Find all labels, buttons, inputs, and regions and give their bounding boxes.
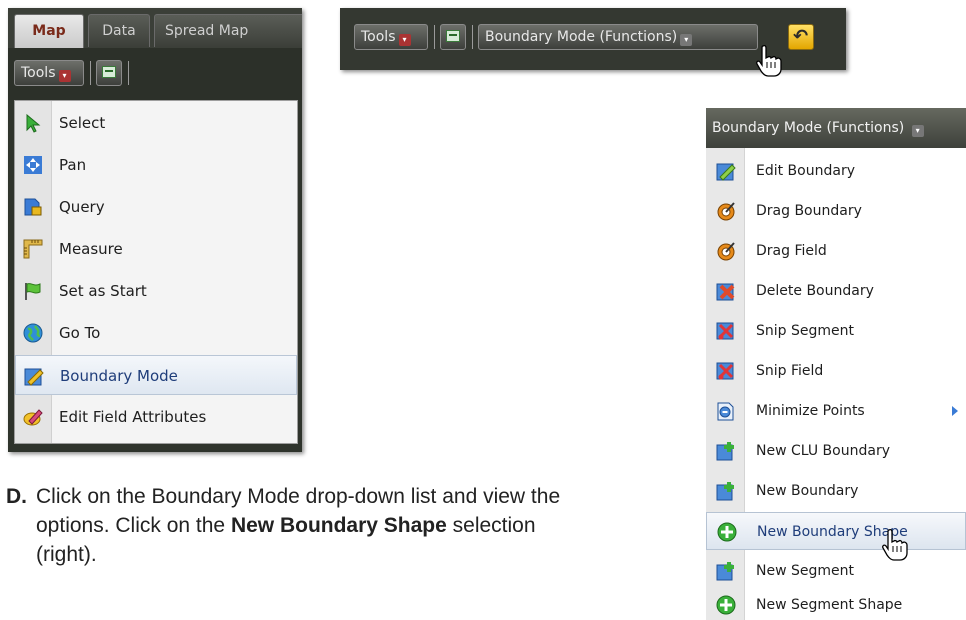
menu-item-minimize-points[interactable]: Minimize Points <box>706 392 966 430</box>
menu-item-label: New CLU Boundary <box>756 443 890 459</box>
new-segment-shape-icon <box>716 595 736 615</box>
new-boundary-shape-icon <box>717 522 737 542</box>
hand-cursor-icon <box>882 528 908 561</box>
menu-item-label: Measure <box>59 240 123 258</box>
toolbar-divider <box>472 25 473 49</box>
menu-item-drag-boundary[interactable]: Drag Boundary <box>706 192 966 230</box>
tab-bar: Map Data Spread Map <box>8 8 302 49</box>
submenu-arrow-icon <box>952 406 958 416</box>
menu-item-label: Drag Boundary <box>756 203 862 219</box>
new-clu-boundary-icon <box>716 442 734 461</box>
instruction-text: Click on the Boundary Mode drop-down lis… <box>36 482 596 569</box>
menu-item-label: New Segment <box>756 563 854 579</box>
menu-item-delete-boundary[interactable]: Delete Boundary <box>706 272 966 310</box>
tools-menu: Select Pan Query Measure Set as Start Go… <box>14 100 298 444</box>
menu-item-label: Drag Field <box>756 243 827 259</box>
pan-icon <box>24 156 42 174</box>
tools-dropdown-top[interactable]: Tools ▾ <box>354 24 428 50</box>
boundary-mode-icon <box>24 368 44 386</box>
left-toolbar: Tools ▾ <box>8 48 302 100</box>
instruction-bold-text: New Boundary Shape <box>230 514 447 537</box>
menu-item-go-to[interactable]: Go To <box>15 313 297 353</box>
tools-label: Tools <box>21 65 56 81</box>
menu-item-label: Set as Start <box>59 282 147 300</box>
menu-item-query[interactable]: Query <box>15 187 297 227</box>
print-button[interactable] <box>96 60 122 86</box>
select-arrow-icon <box>26 113 41 133</box>
menu-item-measure[interactable]: Measure <box>15 229 297 269</box>
boundary-mode-menu-panel: Boundary Mode (Functions) ▾ Edit Boundar… <box>706 108 966 620</box>
menu-item-label: Select <box>59 114 106 132</box>
menu-item-new-boundary[interactable]: New Boundary <box>706 472 966 510</box>
menu-item-label: New Segment Shape <box>756 597 903 613</box>
delete-boundary-icon <box>716 283 735 301</box>
step-letter: D. <box>6 485 27 508</box>
menu-item-label: Edit Field Attributes <box>59 408 207 426</box>
snip-field-icon <box>716 362 734 380</box>
menu-item-select[interactable]: Select <box>15 103 297 143</box>
menu-item-label: New Boundary <box>756 483 859 499</box>
drag-field-icon <box>717 242 735 261</box>
menu-item-snip-field[interactable]: Snip Field <box>706 352 966 390</box>
query-icon <box>24 198 42 216</box>
menu-item-label: Delete Boundary <box>756 283 874 299</box>
menu-item-new-segment-shape[interactable]: New Segment Shape <box>706 590 966 620</box>
boundary-mode-dropdown[interactable]: Boundary Mode (Functions) ▾ <box>478 24 758 50</box>
undo-button[interactable]: ↶ <box>788 24 814 50</box>
menu-item-new-segment[interactable]: New Segment <box>706 552 966 590</box>
menu-item-drag-field[interactable]: Drag Field <box>706 232 966 270</box>
menu-item-set-as-start[interactable]: Set as Start <box>15 271 297 311</box>
boundary-toolbar-panel: Tools ▾ Boundary Mode (Functions) ▾ ↶ <box>340 8 846 77</box>
chevron-down-icon: ▾ <box>911 125 924 137</box>
measure-icon <box>23 239 43 259</box>
menu-item-new-boundary-shape[interactable]: New Boundary Shape <box>706 512 966 550</box>
menu-item-label: Snip Segment <box>756 323 854 339</box>
toolbar-divider <box>434 25 435 49</box>
toolbar-divider <box>128 61 129 85</box>
new-segment-icon <box>716 562 734 581</box>
tools-label: Tools <box>361 29 396 45</box>
menu-item-edit-boundary[interactable]: Edit Boundary <box>706 152 966 190</box>
menu-item-boundary-mode[interactable]: Boundary Mode <box>15 355 297 395</box>
flag-icon <box>25 283 41 300</box>
chevron-down-icon: ▾ <box>58 70 71 82</box>
undo-icon: ↶ <box>793 26 809 47</box>
menu-item-label: Query <box>59 198 105 216</box>
tab-data[interactable]: Data <box>88 14 150 47</box>
tab-spread-map[interactable]: Spread Map <box>154 14 302 47</box>
menu-item-new-clu-boundary[interactable]: New CLU Boundary <box>706 432 966 470</box>
edit-attributes-icon <box>23 409 43 426</box>
minimize-points-icon <box>717 402 734 421</box>
map-tools-panel: Map Data Spread Map Tools ▾ Select Pan Qu… <box>8 8 302 452</box>
dropdown-label: Boundary Mode (Functions) <box>712 120 905 136</box>
menu-item-edit-field-attributes[interactable]: Edit Field Attributes <box>15 397 297 437</box>
menu-item-label: Pan <box>59 156 87 174</box>
menu-item-pan[interactable]: Pan <box>15 145 297 185</box>
print-icon <box>102 66 116 78</box>
hand-cursor-icon <box>756 44 782 77</box>
tools-dropdown[interactable]: Tools ▾ <box>14 60 84 86</box>
menu-item-snip-segment[interactable]: Snip Segment <box>706 312 966 350</box>
chevron-down-icon: ▾ <box>398 34 411 46</box>
snip-segment-icon <box>716 322 734 340</box>
drag-boundary-icon <box>717 202 735 221</box>
print-icon <box>446 30 460 42</box>
dropdown-label: Boundary Mode (Functions) <box>485 29 678 45</box>
toolbar-divider <box>90 61 91 85</box>
menu-item-label: Minimize Points <box>756 403 865 419</box>
globe-icon <box>23 323 43 343</box>
menu-item-label: Go To <box>59 324 101 342</box>
menu-item-label: Boundary Mode <box>60 367 178 385</box>
edit-boundary-icon <box>716 163 736 181</box>
new-boundary-icon <box>716 482 734 501</box>
menu-item-label: Edit Boundary <box>756 163 855 179</box>
boundary-mode-dropdown-header[interactable]: Boundary Mode (Functions) ▾ <box>706 108 966 148</box>
chevron-down-icon: ▾ <box>680 34 693 46</box>
menu-item-label: Snip Field <box>756 363 824 379</box>
print-button-top[interactable] <box>440 24 466 50</box>
tab-map[interactable]: Map <box>14 14 84 49</box>
